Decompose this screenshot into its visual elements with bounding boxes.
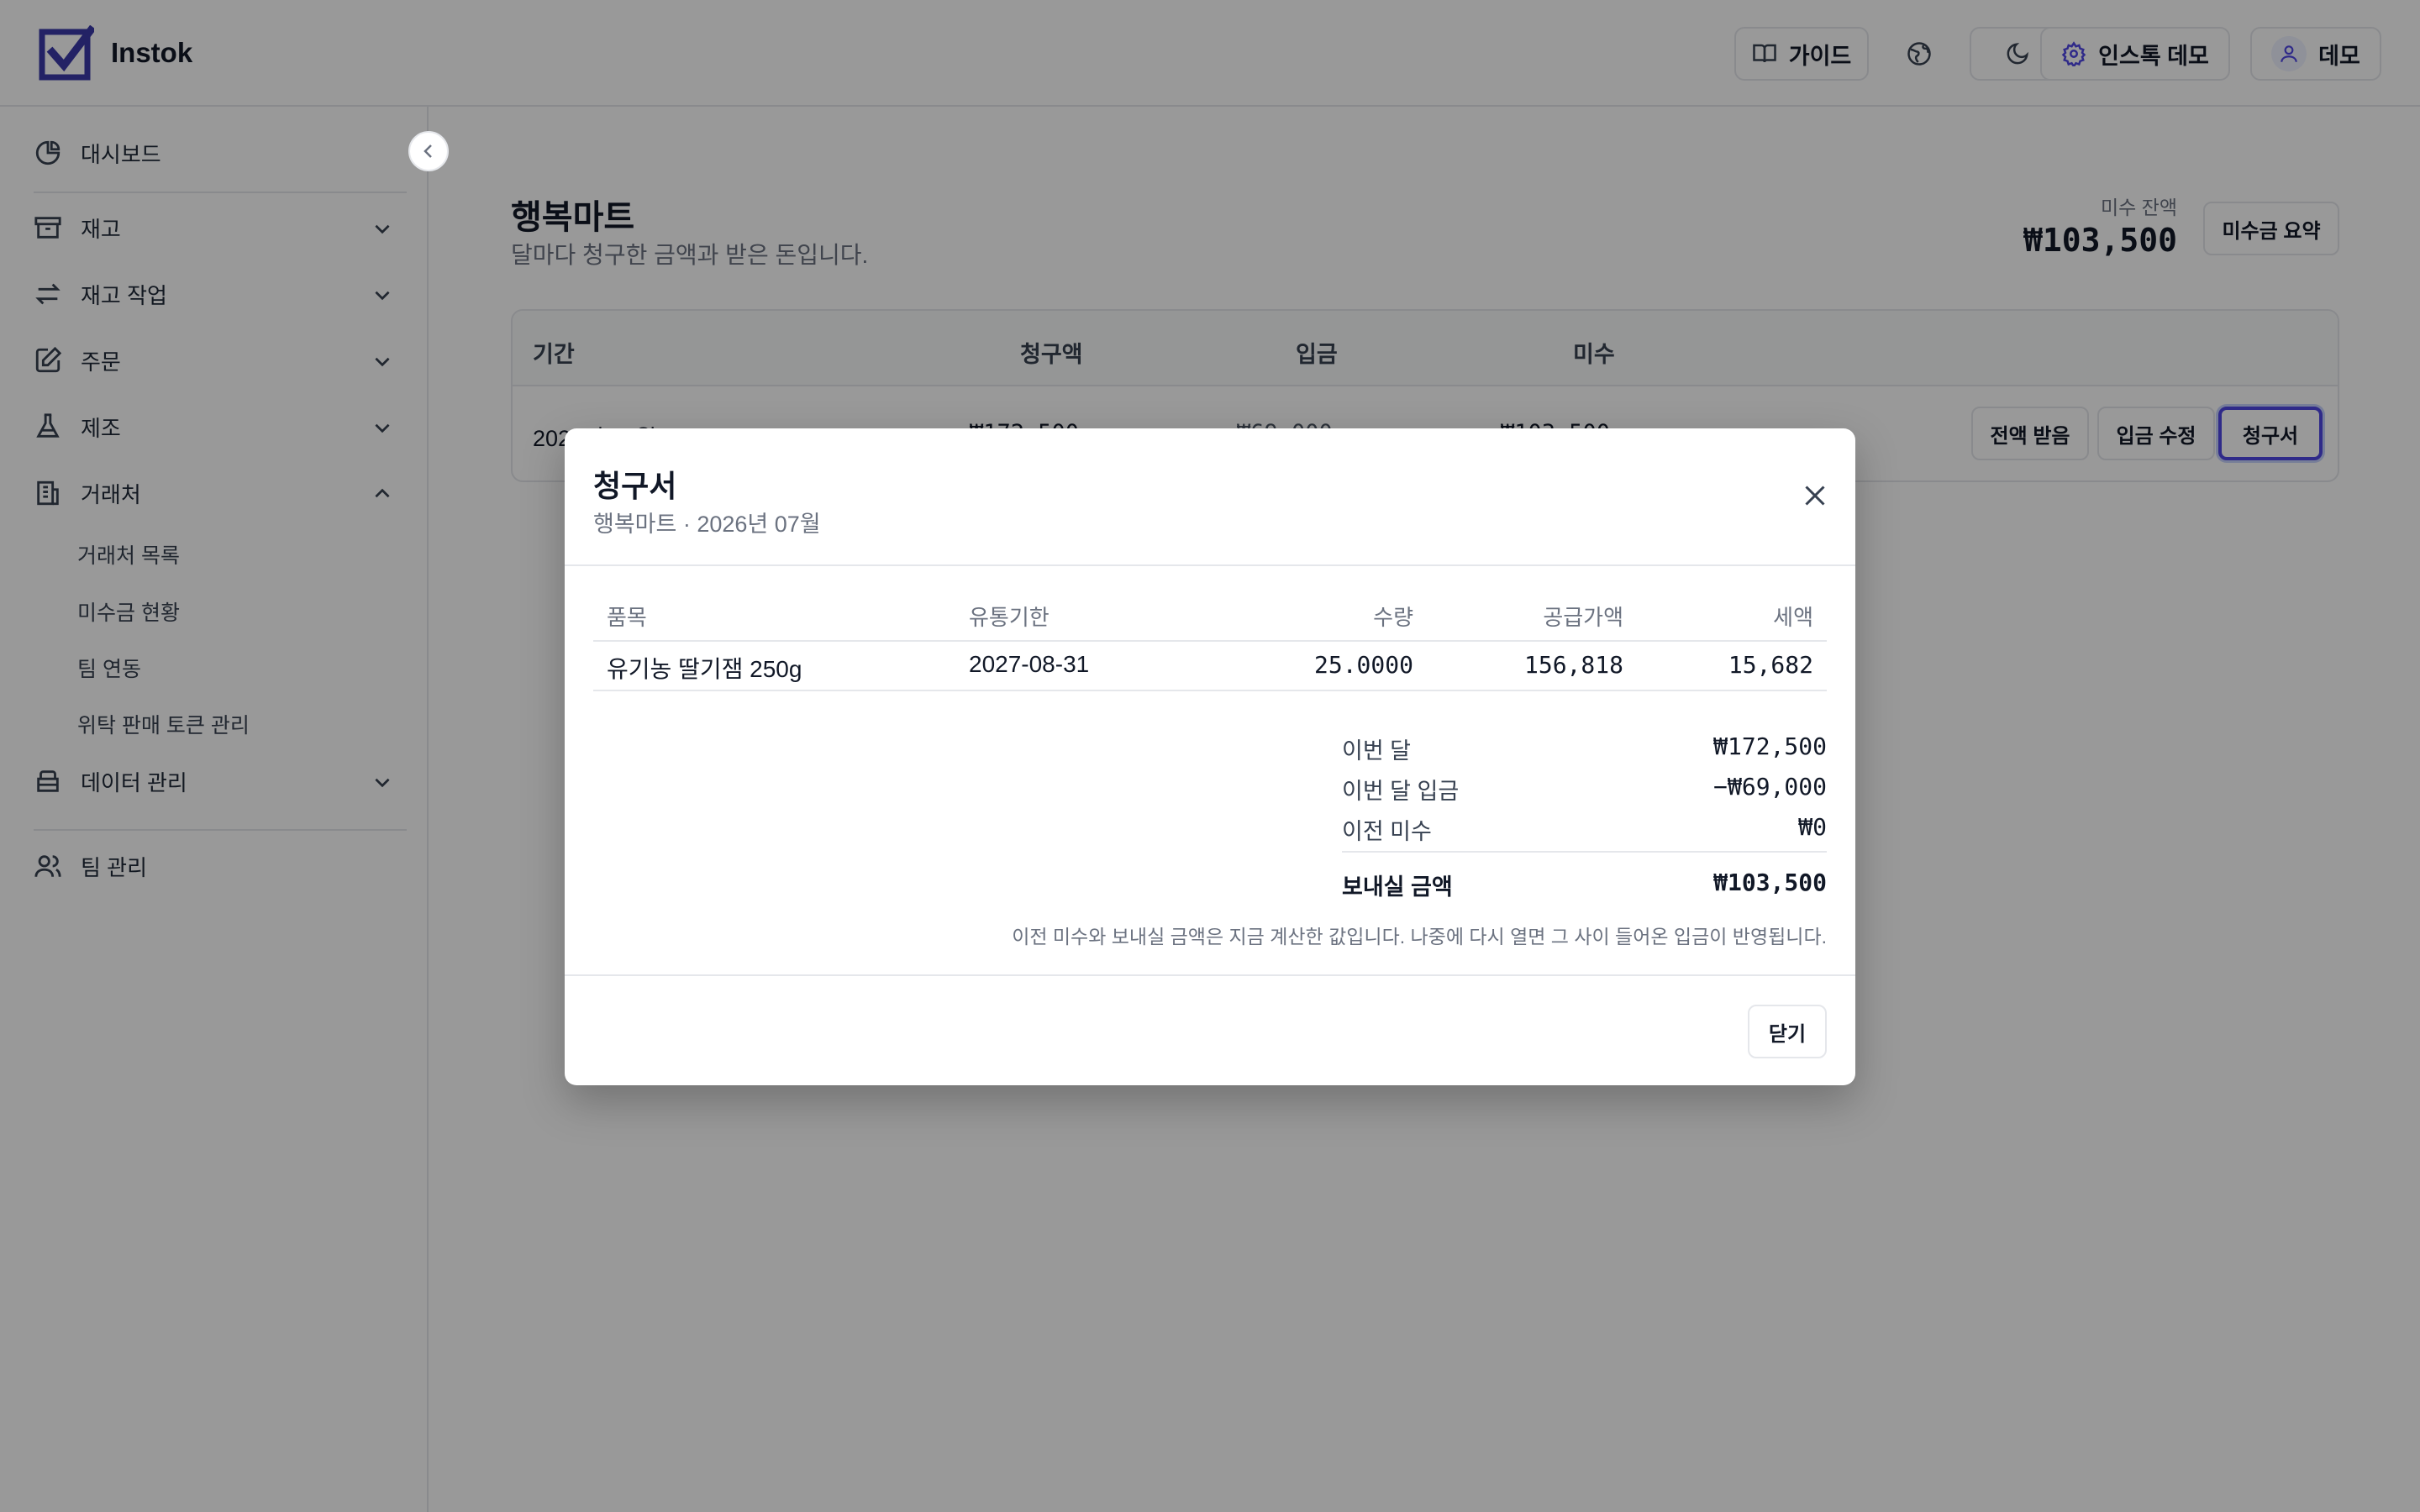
invoice-item-tax: 15,682: [1728, 651, 1813, 679]
sidebar-collapse-button[interactable]: [408, 131, 449, 171]
invoice-item-supply: 156,818: [1523, 651, 1623, 679]
invoice-row-line: [593, 690, 1827, 691]
invoice-note: 이전 미수와 보내실 금액은 지금 계산한 값입니다. 나중에 다시 열면 그 …: [1012, 926, 1827, 948]
invoice-col-supply: 공급가액: [1543, 605, 1623, 630]
invoice-col-expiry: 유통기한: [969, 605, 1050, 630]
modal-title: 청구서: [593, 469, 677, 503]
grand-total-value: ₩103,500: [1713, 869, 1827, 896]
total-payment-label: 이번 달 입금: [1342, 779, 1460, 804]
modal-close-button[interactable]: [1800, 480, 1833, 514]
invoice-modal: 청구서 행복마트 · 2026년 07월 품목 유통기한 수량 공급가액 세액 …: [565, 428, 1855, 1085]
invoice-item-expiry: 2027-08-31: [969, 651, 1090, 677]
invoice-header-line: [593, 640, 1827, 642]
modal-subtitle: 행복마트 · 2026년 07월: [593, 512, 821, 537]
invoice-col-qty: 수량: [1373, 605, 1413, 630]
invoice-col-item: 품목: [607, 605, 647, 630]
total-previous-due-label: 이전 미수: [1342, 819, 1432, 844]
total-previous-due-value: ₩0: [1798, 813, 1827, 841]
totals-divider: [1342, 851, 1827, 853]
total-payment-value: −₩69,000: [1713, 773, 1827, 801]
invoice-item-name: 유기농 딸기잼 250g: [607, 656, 802, 682]
close-icon: [1805, 486, 1825, 506]
grand-total-label: 보내실 금액: [1342, 874, 1453, 900]
total-this-month-value: ₩172,500: [1713, 732, 1827, 760]
chevron-left-icon: [424, 144, 432, 158]
modal-close-text-button[interactable]: 닫기: [1748, 1005, 1827, 1058]
invoice-col-tax: 세액: [1773, 605, 1813, 630]
modal-footer-divider: [565, 974, 1855, 976]
invoice-item-qty: 25.0000: [1313, 651, 1413, 679]
modal-header-divider: [565, 564, 1855, 566]
total-this-month-label: 이번 달: [1342, 738, 1412, 764]
